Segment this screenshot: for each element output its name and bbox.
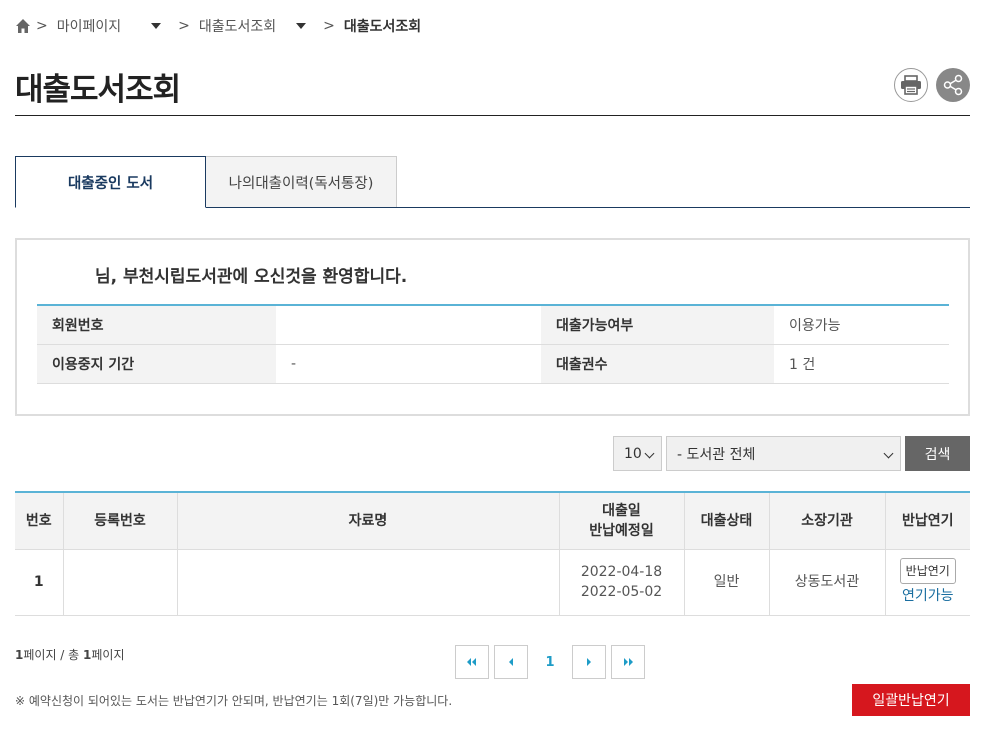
- suspension-period-value: -: [276, 344, 541, 384]
- breadcrumb-separator: >: [36, 18, 48, 34]
- page-size-select[interactable]: 10: [613, 436, 662, 471]
- row-dates: 2022-04-18 2022-05-02: [559, 549, 685, 616]
- printer-icon: [901, 75, 921, 95]
- row-due-date: 2022-05-02: [580, 584, 663, 600]
- tab-current-loans[interactable]: 대출중인 도서: [15, 156, 206, 208]
- double-chevron-right-icon: [624, 658, 633, 666]
- page-info-total-prefix: / 총: [56, 648, 84, 662]
- col-header-library: 소장기관: [769, 492, 886, 550]
- page-title: 대출도서조회: [15, 72, 181, 108]
- breadcrumb-separator: >: [178, 18, 190, 34]
- breadcrumb-item-loan[interactable]: 대출도서조회: [199, 16, 276, 36]
- row-loan-date: 2022-04-18: [580, 564, 663, 580]
- chevron-left-icon: [509, 658, 513, 666]
- member-number-label: 회원번호: [37, 305, 276, 345]
- tab-bar: 대출중인 도서 나의대출이력(독서통장): [15, 156, 970, 208]
- col-header-dates: 대출일 반납예정일: [559, 492, 685, 550]
- row-status: 일반: [684, 549, 770, 616]
- suspension-period-label: 이용중지 기간: [37, 344, 276, 384]
- page-info: 1페이지 / 총 1페이지: [15, 646, 125, 663]
- renew-status: 연기가능: [901, 588, 954, 604]
- share-icon: [943, 74, 963, 96]
- row-title: [177, 549, 560, 616]
- col-header-reg-number: 등록번호: [63, 492, 178, 550]
- table-header-row: 번호 등록번호 자료명 대출일 반납예정일 대출상태 소장기관 반납연기: [15, 492, 970, 550]
- page-size-value: 10: [624, 445, 642, 462]
- title-divider: [15, 115, 970, 116]
- table-row: 이용중지 기간 - 대출권수 1 건: [37, 344, 949, 384]
- renew-button[interactable]: 반납연기: [899, 558, 956, 584]
- tab-loan-history[interactable]: 나의대출이력(독서통장): [205, 156, 397, 207]
- member-number-value: [276, 305, 541, 345]
- breadcrumb-item-mypage[interactable]: 마이페이지: [57, 16, 121, 36]
- loan-count-value: 1 건: [774, 344, 949, 384]
- search-button[interactable]: 검색: [905, 436, 970, 471]
- loan-table: 번호 등록번호 자료명 대출일 반납예정일 대출상태 소장기관 반납연기 1 2…: [15, 491, 970, 616]
- first-page-button[interactable]: [455, 645, 489, 679]
- breadcrumb-separator: >: [323, 18, 335, 34]
- loan-count-label: 대출권수: [541, 344, 774, 384]
- col-header-title: 자료명: [177, 492, 560, 550]
- table-row: 회원번호 대출가능여부 이용가능: [37, 305, 949, 345]
- loan-availability-value: 이용가능: [774, 305, 949, 345]
- member-info-table: 회원번호 대출가능여부 이용가능 이용중지 기간 - 대출권수 1 건: [37, 304, 949, 384]
- page-number-1[interactable]: 1: [533, 645, 567, 679]
- chevron-right-icon: [587, 658, 591, 666]
- welcome-message: 님, 부천시립도서관에 오신것을 환영합니다.: [95, 267, 408, 287]
- prev-page-button[interactable]: [494, 645, 528, 679]
- row-library: 상동도서관: [769, 549, 886, 616]
- col-header-due-date: 반납예정일: [589, 522, 654, 539]
- share-button[interactable]: [936, 68, 970, 102]
- member-info-box: 님, 부천시립도서관에 오신것을 환영합니다. 회원번호 대출가능여부 이용가능…: [15, 238, 970, 416]
- loan-availability-label: 대출가능여부: [541, 305, 774, 345]
- chevron-down-icon: [883, 448, 894, 459]
- next-page-button[interactable]: [572, 645, 606, 679]
- home-icon[interactable]: [15, 18, 31, 34]
- row-number: 1: [15, 549, 64, 616]
- double-chevron-left-icon: [467, 658, 476, 666]
- col-header-number: 번호: [15, 492, 64, 550]
- row-reg-number: [63, 549, 178, 616]
- renewal-note: ※ 예약신청이 되어있는 도서는 반납연기가 안되며, 반납연기는 1회(7일)…: [15, 694, 453, 708]
- table-row: 1 2022-04-18 2022-05-02 일반 상동도서관 반납연기 연기…: [15, 549, 970, 616]
- library-select[interactable]: - 도서관 전체: [666, 436, 901, 471]
- chevron-down-icon: [644, 448, 655, 459]
- bulk-renew-button[interactable]: 일괄반납연기: [852, 684, 970, 716]
- library-select-value: - 도서관 전체: [677, 446, 756, 463]
- pagination: 1: [455, 645, 650, 679]
- col-header-renew: 반납연기: [885, 492, 970, 550]
- page-info-word: 페이지: [23, 648, 57, 662]
- chevron-down-icon[interactable]: [151, 23, 162, 29]
- breadcrumb: > 마이페이지 > 대출도서조회 > 대출도서조회: [15, 15, 421, 37]
- print-button[interactable]: [894, 68, 928, 102]
- col-header-status: 대출상태: [684, 492, 770, 550]
- chevron-down-icon[interactable]: [296, 23, 307, 29]
- row-renew: 반납연기 연기가능: [885, 549, 970, 616]
- page-info-suffix: 페이지: [91, 648, 125, 662]
- breadcrumb-current: 대출도서조회: [343, 19, 422, 35]
- col-header-loan-date: 대출일: [602, 502, 641, 519]
- last-page-button[interactable]: [611, 645, 645, 679]
